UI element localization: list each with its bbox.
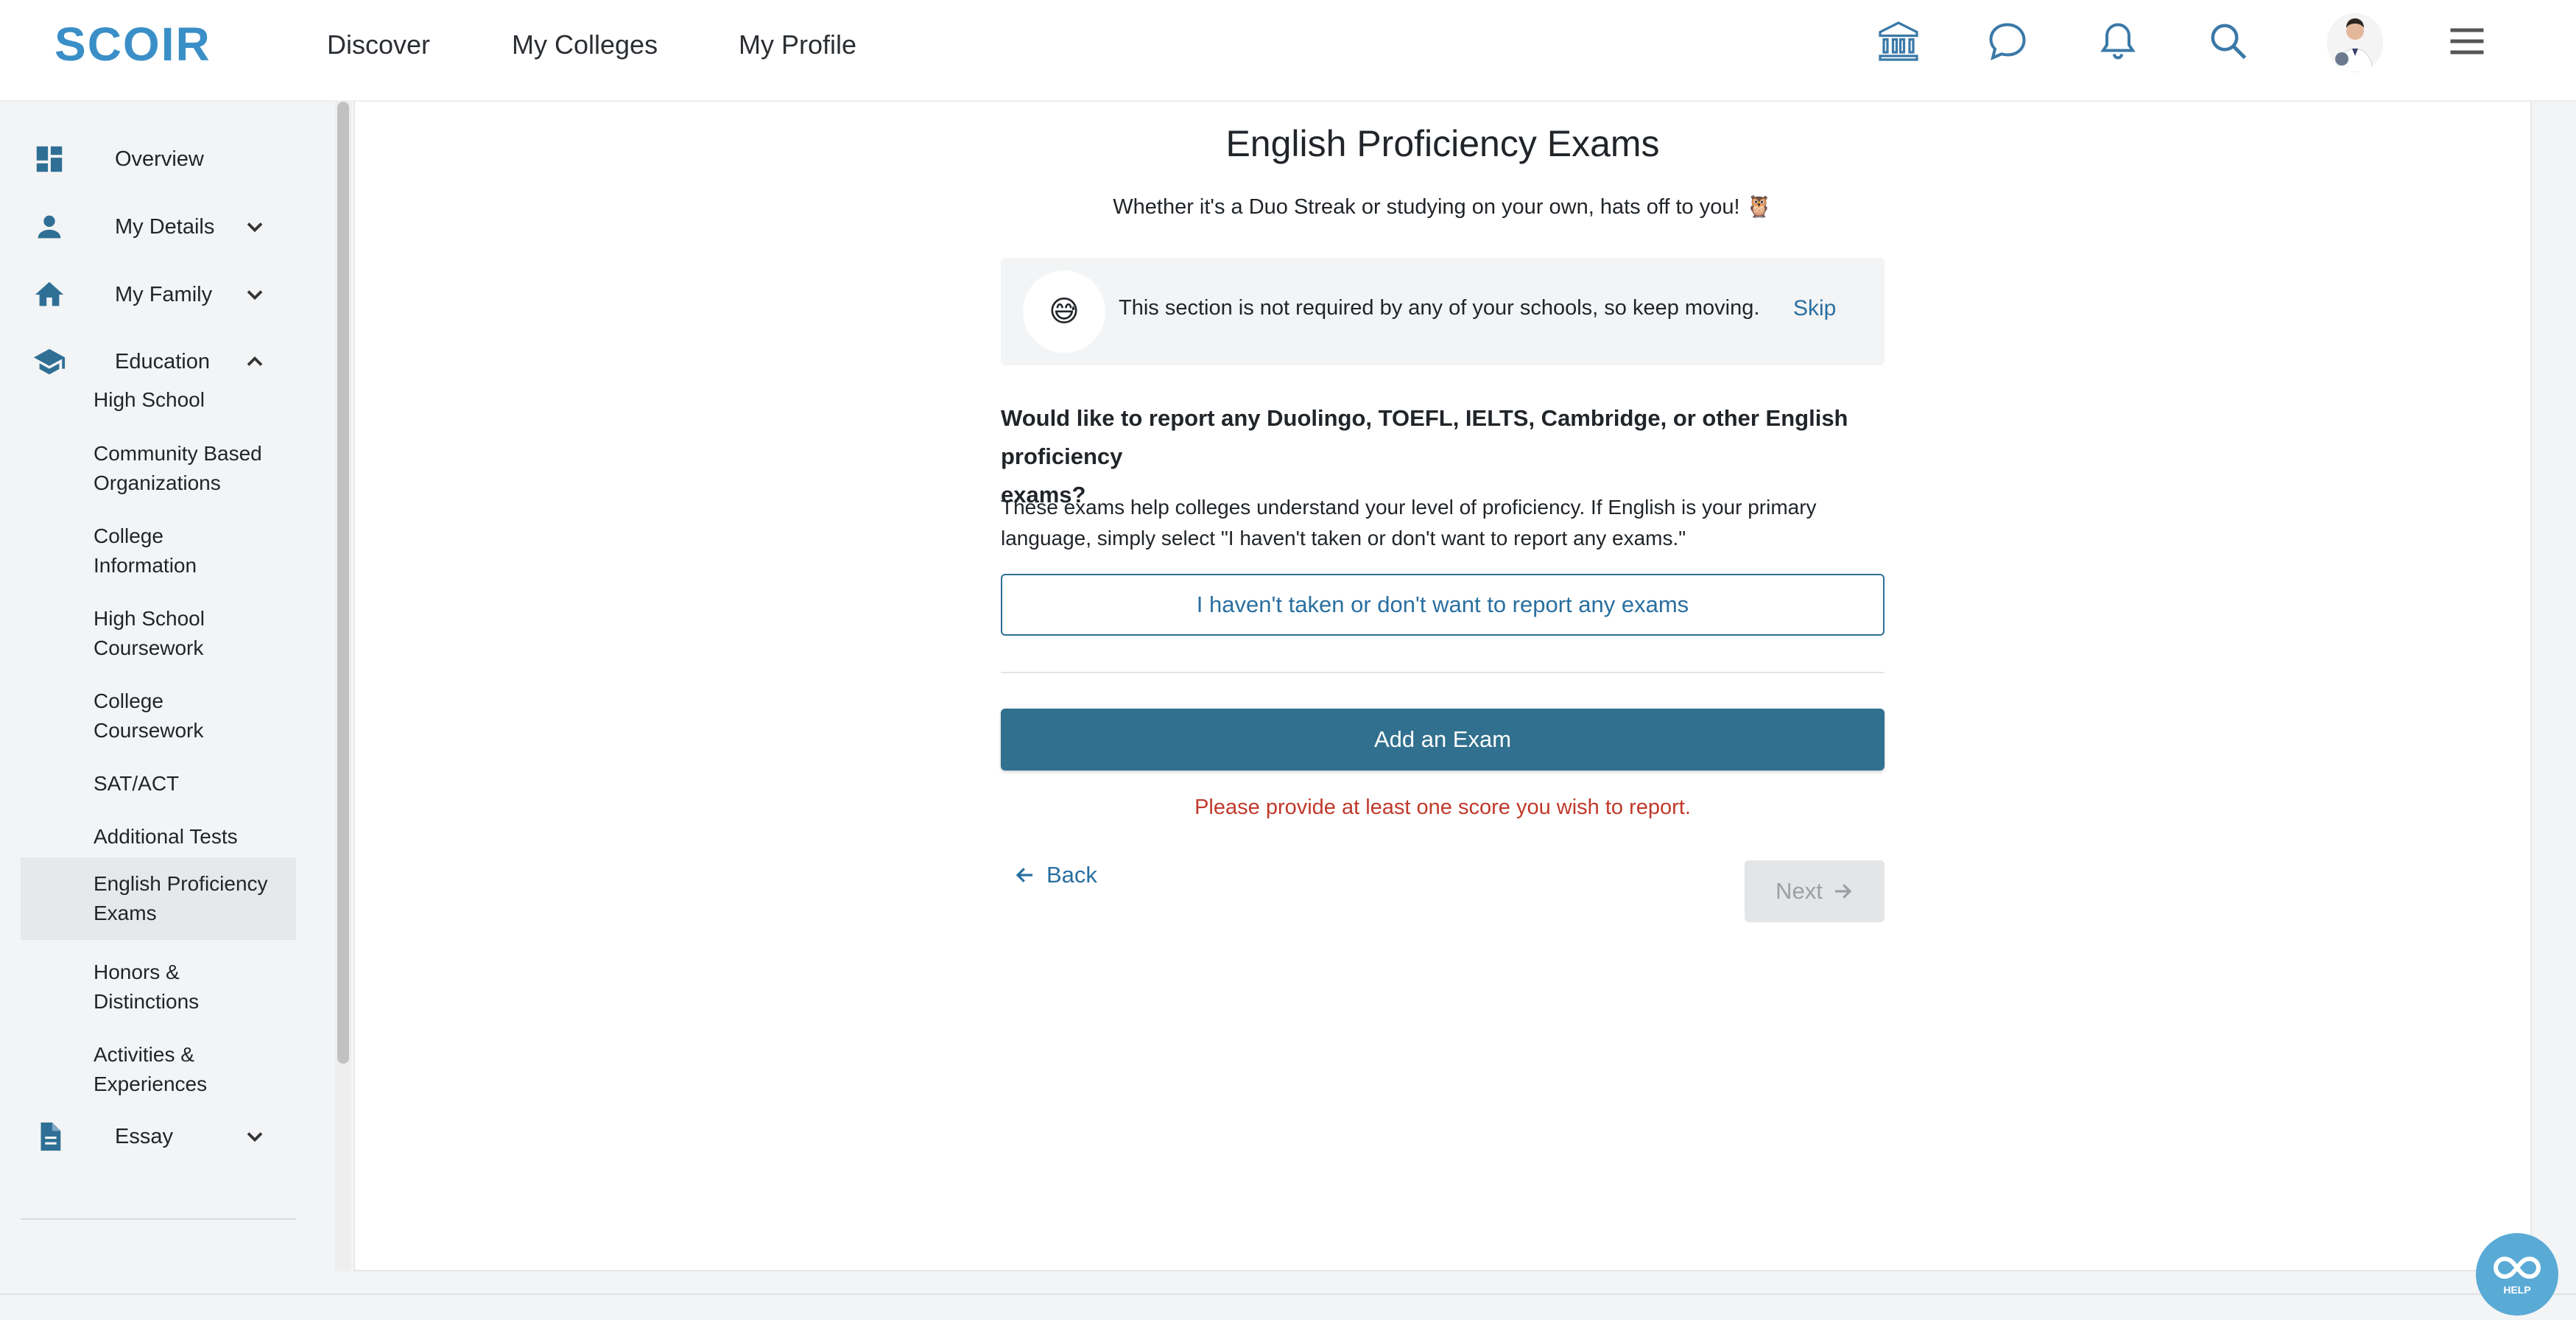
sidebar-item-label: Overview <box>115 147 204 171</box>
sidebar: Overview My Details My Family Education <box>0 102 333 1271</box>
sidebar-item-label: SAT/ACT <box>94 772 180 795</box>
add-exam-button[interactable]: Add an Exam <box>1001 709 1885 770</box>
sidebar-item-additional-tests[interactable]: Additional Tests <box>21 812 296 862</box>
validation-error-message: Please provide at least one score you wi… <box>1194 796 1691 819</box>
chevron-up-icon[interactable] <box>242 348 268 375</box>
question-line: Would like to report any Duolingo, TOEFL… <box>1001 405 1848 469</box>
sidebar-item-honors-distinctions[interactable]: Honors & Distinctions <box>21 947 296 1027</box>
home-icon <box>35 281 64 306</box>
sidebar-item-label: College <box>94 689 163 712</box>
sidebar-item-label: Experiences <box>94 1072 208 1095</box>
hamburger-menu-icon[interactable] <box>2445 19 2489 63</box>
skip-link[interactable]: Skip <box>1793 296 1836 321</box>
next-label: Next <box>1776 878 1823 904</box>
search-icon[interactable] <box>2206 19 2251 63</box>
sidebar-item-college-coursework[interactable]: College Coursework <box>21 676 296 756</box>
section-divider <box>1001 672 1885 673</box>
arrow-right-icon <box>1834 884 1852 899</box>
graduation-cap-icon <box>33 348 66 375</box>
chevron-down-icon[interactable] <box>242 214 268 240</box>
sidebar-item-label: Coursework <box>94 636 204 659</box>
sidebar-item-label: Honors & <box>94 961 180 983</box>
sidebar-item-my-details[interactable]: My Details <box>0 197 295 256</box>
infinity-icon <box>2494 1256 2541 1279</box>
sidebar-item-my-family[interactable]: My Family <box>0 265 295 324</box>
sidebar-item-sat-act[interactable]: SAT/ACT <box>21 759 296 809</box>
main-content: English Proficiency Exams Whether it's a… <box>353 102 2532 1271</box>
sidebar-item-label: Exams <box>94 902 157 924</box>
top-header: SCOIR Discover My Colleges My Profile <box>0 0 2576 102</box>
chevron-down-icon[interactable] <box>242 1123 268 1150</box>
description-line: These exams help colleges understand you… <box>1001 496 1817 519</box>
help-button[interactable]: HELP <box>2476 1233 2558 1316</box>
sidebar-scrollbar[interactable] <box>335 102 351 1271</box>
sidebar-item-label: Coursework <box>94 719 204 742</box>
sidebar-scrollbar-thumb[interactable] <box>337 102 349 1064</box>
arrow-left-icon <box>1016 868 1032 882</box>
sidebar-item-college-information[interactable]: College Information <box>21 511 296 591</box>
nav-discover[interactable]: Discover <box>327 28 430 62</box>
sidebar-item-label: Activities & <box>94 1043 194 1066</box>
institution-icon[interactable] <box>1876 19 1921 63</box>
chevron-down-icon[interactable] <box>242 281 268 308</box>
sidebar-item-label: Distinctions <box>94 990 200 1013</box>
sidebar-item-label: My Family <box>115 282 213 306</box>
back-button[interactable]: Back <box>1014 862 1097 888</box>
no-exams-button[interactable]: I haven't taken or don't want to report … <box>1001 574 1885 636</box>
sidebar-item-label: Community Based <box>94 442 262 465</box>
sidebar-item-high-school-coursework[interactable]: High School Coursework <box>21 594 296 673</box>
sidebar-item-label: My Details <box>115 214 215 239</box>
sidebar-item-label: Additional Tests <box>94 825 238 848</box>
bell-icon[interactable] <box>2096 19 2140 63</box>
sidebar-item-essay[interactable]: Essay <box>0 1107 295 1166</box>
svg-text:SCOIR: SCOIR <box>54 19 211 68</box>
nav-my-colleges[interactable]: My Colleges <box>512 28 658 62</box>
dashboard-icon <box>36 146 63 172</box>
page-title: English Proficiency Exams <box>1225 123 1660 164</box>
sidebar-item-community-based-organizations[interactable]: Community Based Organizations <box>21 429 296 508</box>
sidebar-item-label: Education <box>115 349 210 373</box>
bottom-bar <box>0 1293 2576 1320</box>
sidebar-item-label: Organizations <box>94 471 221 494</box>
sidebar-item-overview[interactable]: Overview <box>0 130 295 189</box>
page-subtitle: Whether it's a Duo Streak or studying on… <box>1113 195 1773 219</box>
sidebar-item-label: High School <box>94 388 205 411</box>
help-label: HELP <box>2503 1284 2531 1296</box>
sidebar-item-label: College <box>94 524 163 547</box>
sidebar-divider <box>21 1218 296 1220</box>
sidebar-item-label: English Proficiency <box>94 872 268 895</box>
next-button[interactable]: Next <box>1745 860 1885 922</box>
sidebar-item-label: High School <box>94 607 205 630</box>
chat-bubble-icon[interactable] <box>1985 19 2030 63</box>
scoir-logo[interactable]: SCOIR <box>54 19 247 68</box>
back-label: Back <box>1046 862 1097 888</box>
sidebar-item-english-proficiency-exams[interactable]: English Proficiency Exams <box>21 857 296 940</box>
document-icon <box>41 1122 61 1151</box>
sidebar-item-label: Essay <box>115 1124 173 1148</box>
sweat-smile-emoji-icon: 😅 <box>1049 295 1080 328</box>
notice-message: This section is not required by any of y… <box>1119 296 1760 320</box>
person-icon <box>38 215 61 239</box>
sidebar-item-high-school[interactable]: High School <box>21 375 296 425</box>
nav-my-profile[interactable]: My Profile <box>739 28 856 62</box>
sidebar-item-activities-experiences[interactable]: Activities & Experiences <box>21 1030 296 1109</box>
description-line: language, simply select "I haven't taken… <box>1001 527 1686 550</box>
not-required-notice: 😅 This section is not required by any of… <box>1001 258 1885 365</box>
sidebar-item-label: Information <box>94 554 197 577</box>
exam-description: These exams help colleges understand you… <box>1001 492 1899 554</box>
emoji-badge: 😅 <box>1023 270 1105 353</box>
avatar[interactable] <box>2327 13 2383 72</box>
